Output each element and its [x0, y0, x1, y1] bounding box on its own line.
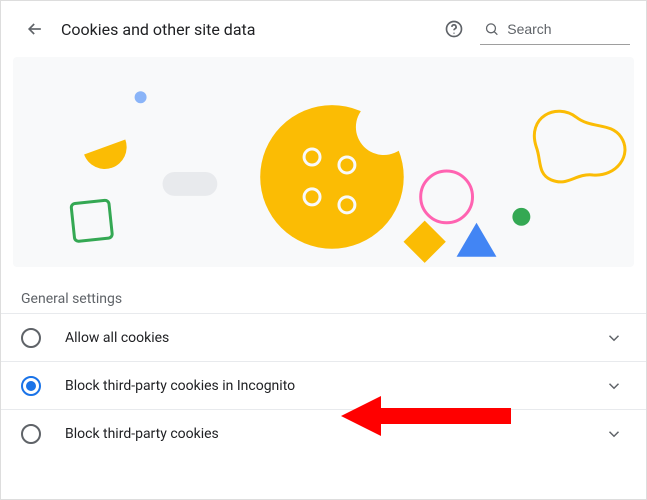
back-button[interactable]: [17, 11, 53, 47]
search-input[interactable]: [505, 20, 626, 38]
option-label: Block third-party cookies: [65, 426, 602, 442]
expand-button[interactable]: [602, 374, 626, 398]
page-title: Cookies and other site data: [61, 20, 255, 39]
radio-allow-all-cookies[interactable]: [21, 328, 41, 348]
chevron-down-icon: [605, 377, 623, 395]
section-label-general: General settings: [21, 291, 626, 307]
chevron-down-icon: [605, 425, 623, 443]
option-label: Allow all cookies: [65, 330, 602, 346]
cookies-illustration: [13, 57, 634, 267]
radio-block-third-party-incognito[interactable]: [21, 376, 41, 396]
option-allow-all-cookies[interactable]: Allow all cookies: [1, 313, 646, 361]
option-block-third-party[interactable]: Block third-party cookies: [1, 409, 646, 457]
chevron-down-icon: [605, 329, 623, 347]
help-button[interactable]: [436, 11, 472, 47]
search-field[interactable]: [480, 13, 630, 45]
option-block-third-party-incognito[interactable]: Block third-party cookies in Incognito: [1, 361, 646, 409]
radio-block-third-party[interactable]: [21, 424, 41, 444]
hero-illustration: [13, 57, 634, 267]
option-label: Block third-party cookies in Incognito: [65, 378, 602, 394]
expand-button[interactable]: [602, 326, 626, 350]
back-arrow-icon: [25, 19, 45, 39]
settings-header: Cookies and other site data: [1, 1, 646, 57]
expand-button[interactable]: [602, 422, 626, 446]
help-icon: [444, 19, 464, 39]
search-icon: [484, 20, 499, 38]
